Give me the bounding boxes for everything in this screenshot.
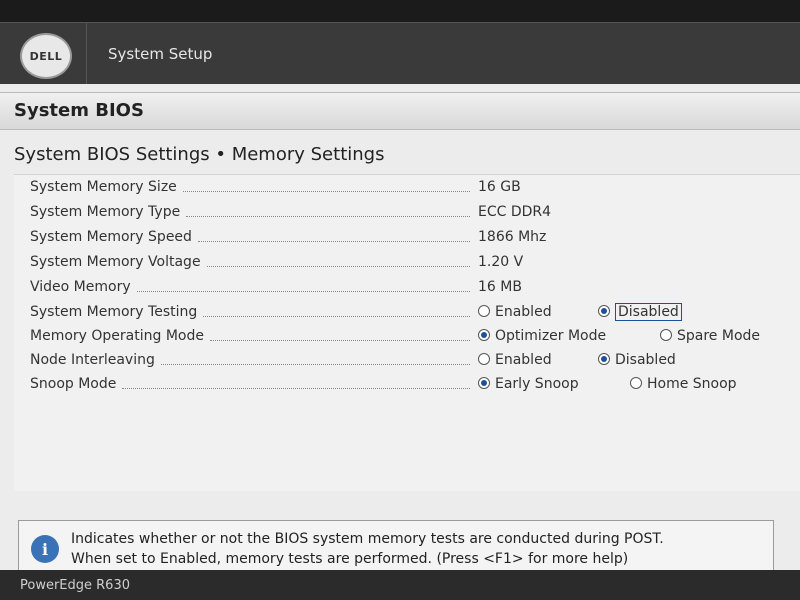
setting-label: System Memory Voltage [30, 254, 470, 270]
logo-text: DELL [29, 49, 63, 63]
divider [86, 23, 87, 85]
radio-icon [478, 353, 490, 365]
setting-row-memory-size: System Memory Size 16 GB [14, 177, 800, 201]
setting-row-node-interleaving: Node Interleaving Enabled Disabled [14, 350, 800, 374]
radio-memory-testing-disabled[interactable]: Disabled [598, 303, 682, 321]
radio-interleaving-disabled[interactable]: Disabled [598, 352, 676, 368]
footer-bar: PowerEdge R630 [0, 570, 800, 600]
top-bar: DELL System Setup [0, 22, 800, 85]
setting-value: 1.20 V [478, 254, 524, 270]
radio-icon [660, 329, 672, 341]
setting-row-memory-type: System Memory Type ECC DDR4 [14, 202, 800, 226]
help-line-2: When set to Enabled, memory tests are pe… [71, 551, 629, 567]
setting-label: System Memory Testing [30, 304, 470, 320]
radio-memory-testing-enabled[interactable]: Enabled [478, 304, 552, 320]
setting-label: Video Memory [30, 279, 470, 295]
settings-list: System Memory Size 16 GB System Memory T… [14, 174, 800, 491]
setting-row-memory-voltage: System Memory Voltage 1.20 V [14, 252, 800, 276]
radio-selected-icon [478, 329, 490, 341]
setting-row-snoop-mode: Snoop Mode Early Snoop Home Snoop [14, 374, 800, 398]
model-name: PowerEdge R630 [20, 578, 130, 593]
setting-label: System Memory Speed [30, 229, 470, 245]
setting-value: 1866 Mhz [478, 229, 547, 245]
section-title: System BIOS [14, 100, 144, 121]
info-icon: i [31, 535, 59, 563]
help-text: Indicates whether or not the BIOS system… [71, 529, 761, 569]
breadcrumb: System BIOS Settings • Memory Settings [14, 144, 385, 165]
radio-selected-icon [478, 377, 490, 389]
app-title: System Setup [108, 45, 213, 63]
radio-optimizer-mode[interactable]: Optimizer Mode [478, 328, 606, 344]
setting-label: Node Interleaving [30, 352, 470, 368]
radio-icon [478, 305, 490, 317]
setting-value: 16 GB [478, 179, 521, 195]
help-line-1: Indicates whether or not the BIOS system… [71, 531, 664, 547]
radio-selected-icon [598, 353, 610, 365]
radio-icon [630, 377, 642, 389]
radio-interleaving-enabled[interactable]: Enabled [478, 352, 552, 368]
main-panel: System BIOS System BIOS Settings • Memor… [0, 84, 800, 578]
section-header: System BIOS [0, 92, 800, 130]
dell-logo-icon: DELL [20, 33, 72, 79]
setting-value: ECC DDR4 [478, 204, 552, 220]
setting-label: System Memory Type [30, 204, 470, 220]
setting-row-memory-speed: System Memory Speed 1866 Mhz [14, 227, 800, 251]
setting-label: Snoop Mode [30, 376, 470, 392]
setting-label: Memory Operating Mode [30, 328, 470, 344]
setting-row-memory-testing: System Memory Testing Enabled Disabled [14, 302, 800, 326]
radio-early-snoop[interactable]: Early Snoop [478, 376, 579, 392]
radio-home-snoop[interactable]: Home Snoop [630, 376, 737, 392]
setting-row-video-memory: Video Memory 16 MB [14, 277, 800, 301]
radio-spare-mode[interactable]: Spare Mode [660, 328, 760, 344]
radio-selected-icon [598, 305, 610, 317]
setting-value: 16 MB [478, 279, 522, 295]
setting-row-operating-mode: Memory Operating Mode Optimizer Mode Spa… [14, 326, 800, 350]
setting-label: System Memory Size [30, 179, 470, 195]
